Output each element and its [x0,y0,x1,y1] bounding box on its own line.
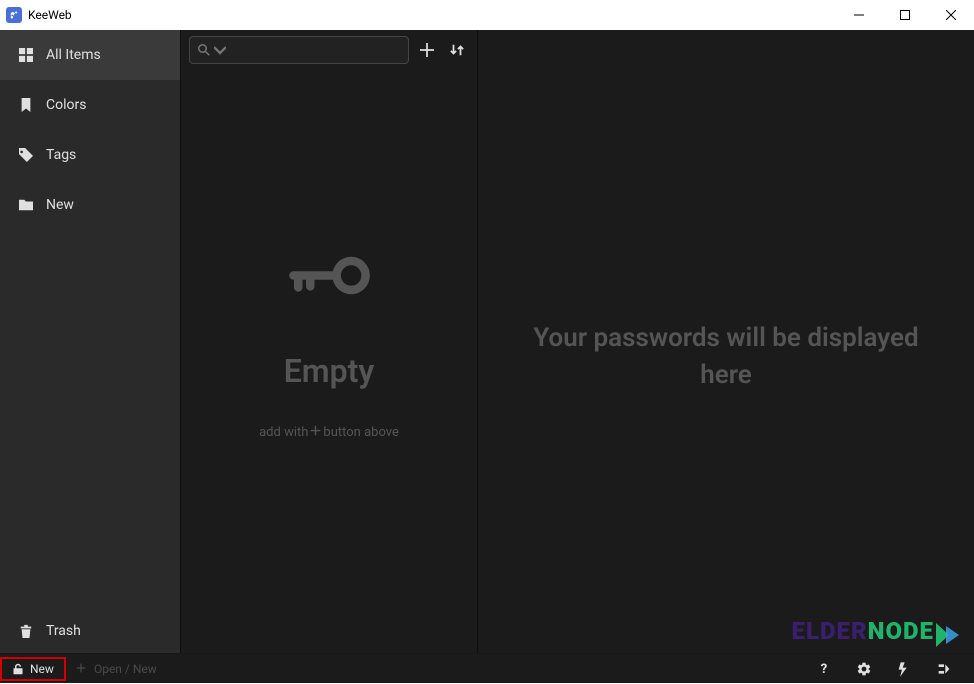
unlock-icon [12,663,24,675]
generate-button[interactable] [884,654,924,684]
sidebar-item-all-items[interactable]: All Items [0,30,180,80]
window-title: KeeWeb [28,8,72,22]
chevron-down-icon[interactable] [214,41,226,60]
sidebar-item-trash[interactable]: Trash [0,609,180,653]
help-button[interactable]: ? [804,654,844,684]
window-titlebar: KeeWeb [0,0,974,30]
folder-icon [18,197,34,213]
sidebar-item-label: Tags [46,147,76,163]
sort-button[interactable] [445,38,469,62]
empty-list-state: Empty add with button above [181,70,477,683]
sidebar-item-colors[interactable]: Colors [0,80,180,130]
footer-db-label: New [30,662,54,676]
sidebar: All Items Colors Tags New Trash [0,30,180,683]
detail-panel: Your passwords will be displayed here EL… [478,30,974,683]
footer-open-button[interactable]: Open / New [66,662,167,676]
tag-icon [18,147,34,163]
key-icon [287,233,372,322]
close-button[interactable] [928,0,974,30]
empty-title: Empty [284,352,374,390]
lock-button[interactable] [924,654,964,684]
footer-actions: ? [804,654,974,684]
sidebar-item-label: New [46,197,74,213]
plus-icon [310,425,321,440]
bookmark-icon [18,97,34,113]
trash-icon [18,623,34,639]
sidebar-item-label: Colors [46,97,86,113]
app-body: All Items Colors Tags New Trash [0,30,974,683]
empty-hint: add with button above [259,425,399,440]
search-input-wrapper[interactable] [189,36,409,64]
plus-icon [76,663,88,675]
search-input[interactable] [232,43,400,58]
app-footer: New Open / New ? [0,653,974,683]
minimize-button[interactable] [836,0,882,30]
footer-left: New Open / New [0,657,167,681]
add-entry-button[interactable] [415,38,439,62]
maximize-button[interactable] [882,0,928,30]
entry-list-panel: Empty add with button above [180,30,478,683]
sidebar-item-label: All Items [46,47,101,63]
watermark-logo: ELDERNODE [792,617,962,647]
sidebar-item-label: Trash [46,623,81,639]
grid-icon [18,47,34,63]
search-icon [198,41,210,60]
detail-placeholder: Your passwords will be displayed here [478,320,974,393]
svg-text:?: ? [821,662,828,677]
settings-button[interactable] [844,654,884,684]
app-icon [6,7,22,23]
list-toolbar [181,30,477,70]
footer-open-label: Open / New [94,662,157,676]
sidebar-item-tags[interactable]: Tags [0,130,180,180]
sidebar-item-new-folder[interactable]: New [0,180,180,230]
footer-db-button[interactable]: New [0,657,66,681]
logo-triangles-icon [936,623,962,647]
